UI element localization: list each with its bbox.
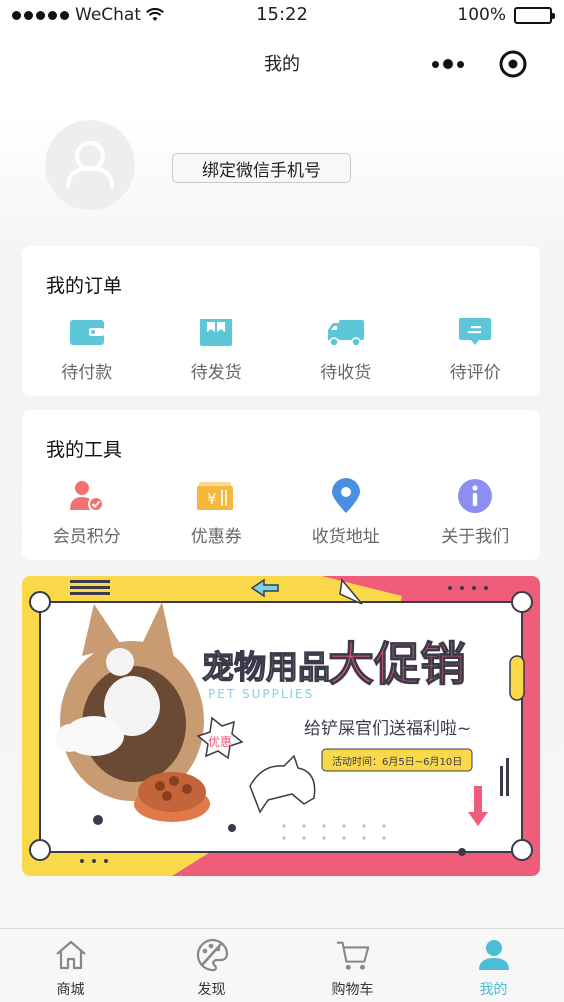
banner-headline-1: 宠物用品 xyxy=(202,648,330,686)
page-title: 我的 xyxy=(264,54,300,75)
order-pending-shipment[interactable]: 待发货 xyxy=(152,314,282,383)
bind-phone-button[interactable]: 绑定微信手机号 xyxy=(172,153,351,183)
tab-label: 发现 xyxy=(197,982,226,998)
tab-mall[interactable]: 商城 xyxy=(0,929,141,1002)
tool-shipping-address[interactable]: 收货地址 xyxy=(281,478,411,547)
user-icon xyxy=(476,937,512,973)
tab-mine[interactable]: 我的 xyxy=(423,929,564,1002)
banner-tag: 优惠 xyxy=(208,735,232,749)
tools-title: 我的工具 xyxy=(46,439,123,461)
close-miniprogram-button[interactable] xyxy=(498,49,528,79)
comment-icon xyxy=(455,314,495,350)
package-icon xyxy=(196,314,236,350)
order-pending-receipt[interactable]: 待收货 xyxy=(281,314,411,383)
home-icon xyxy=(53,937,89,973)
orders-card: 我的订单 待付款 待发货 待收货 待评价 xyxy=(22,246,540,396)
status-bar: WeChat 15:22 100% xyxy=(0,0,564,32)
palette-icon xyxy=(194,937,230,973)
location-pin-icon xyxy=(326,478,366,514)
promo-banner[interactable]: 优惠 宠物用品 大促销 PET SUPPLIES 给铲屎官们送福利啦~ 活动时间… xyxy=(22,576,540,876)
tab-discover[interactable]: 发现 xyxy=(141,929,282,1002)
banner-english: PET SUPPLIES xyxy=(208,687,314,701)
profile-page: WeChat 15:22 100% 我的 绑定微信手机号 我的订单 待付款 待发… xyxy=(0,0,564,1002)
status-right: 100% xyxy=(457,5,555,25)
tool-about-us[interactable]: 关于我们 xyxy=(411,478,541,547)
banner-date-line: 活动时间：6月5日~6月10日 xyxy=(332,755,462,768)
order-item-label: 待付款 xyxy=(61,363,113,383)
battery-icon xyxy=(514,6,555,24)
tool-item-label: 关于我们 xyxy=(441,527,510,547)
tool-item-label: 优惠券 xyxy=(190,527,242,547)
info-icon xyxy=(455,478,495,514)
svg-text:¥: ¥ xyxy=(207,490,217,508)
order-item-label: 待评价 xyxy=(449,363,501,383)
truck-icon xyxy=(326,314,366,350)
tab-bar: 商城 发现 购物车 我的 xyxy=(0,928,564,1002)
more-options-button[interactable] xyxy=(428,52,468,76)
cart-icon xyxy=(335,937,371,973)
tools-card: 我的工具 会员积分 ¥ 优惠券 收货地址 关于我们 xyxy=(22,410,540,560)
tool-item-label: 收货地址 xyxy=(311,527,380,547)
tab-label: 我的 xyxy=(479,982,508,998)
tool-member-points[interactable]: 会员积分 xyxy=(22,478,152,547)
tool-item-label: 会员积分 xyxy=(52,527,121,547)
member-points-icon xyxy=(67,478,107,514)
orders-items: 待付款 待发货 待收货 待评价 xyxy=(22,314,540,383)
order-pending-payment[interactable]: 待付款 xyxy=(22,314,152,383)
order-item-label: 待发货 xyxy=(190,363,242,383)
tab-label: 购物车 xyxy=(331,982,374,998)
tab-cart[interactable]: 购物车 xyxy=(282,929,423,1002)
wallet-icon xyxy=(67,314,107,350)
orders-title: 我的订单 xyxy=(46,275,123,297)
order-item-label: 待收货 xyxy=(320,363,372,383)
order-pending-review[interactable]: 待评价 xyxy=(411,314,541,383)
tools-items: 会员积分 ¥ 优惠券 收货地址 关于我们 xyxy=(22,478,540,547)
tab-label: 商城 xyxy=(56,982,85,998)
avatar[interactable] xyxy=(45,120,135,210)
promo-banner-art: 优惠 宠物用品 大促销 PET SUPPLIES 给铲屎官们送福利啦~ 活动时间… xyxy=(22,576,540,876)
banner-subtitle: 给铲屎官们送福利啦~ xyxy=(304,719,471,739)
default-avatar-icon xyxy=(66,141,114,189)
tool-coupons[interactable]: ¥ 优惠券 xyxy=(152,478,282,547)
banner-headline-2: 大促销 xyxy=(328,637,466,691)
battery-percent: 100% xyxy=(457,5,506,25)
nav-bar: 我的 xyxy=(0,36,564,88)
coupon-icon: ¥ xyxy=(196,478,236,514)
